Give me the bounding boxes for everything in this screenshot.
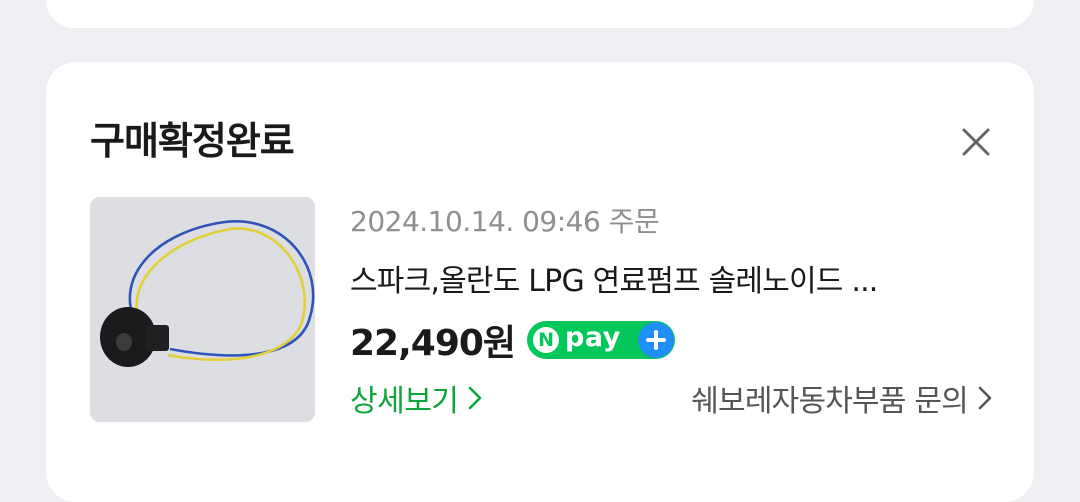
chevron-right-icon (978, 386, 992, 410)
product-thumbnail[interactable] (90, 197, 315, 422)
product-price: 22,490원 (350, 323, 516, 364)
npay-label: pay (565, 322, 621, 353)
seller-inquiry-label: 쉐보레자동차부품 문의 (691, 384, 969, 419)
seller-inquiry-link[interactable]: 쉐보레자동차부품 문의 (691, 376, 992, 420)
view-detail-label: 상세보기 (350, 384, 459, 419)
solenoid-coil-image (90, 197, 315, 422)
order-confirmed-card: 구매확정완료 2024.10.14. 09:46 주문 스파크,올란도 LPG … (46, 62, 1034, 502)
order-date: 2024.10.14. 09:46 주문 (350, 205, 660, 238)
chevron-right-icon (469, 386, 482, 410)
price-row: 22,490원 N pay (350, 314, 676, 366)
npay-badge: N pay (527, 321, 676, 359)
npay-n-icon: N (533, 327, 560, 353)
close-icon[interactable] (954, 120, 998, 164)
card-title: 구매확정완료 (90, 119, 295, 163)
plus-icon (638, 322, 675, 358)
previous-card (46, 0, 1034, 28)
product-name[interactable]: 스파크,올란도 LPG 연료펌프 솔레노이드 ... (350, 256, 990, 300)
view-detail-link[interactable]: 상세보기 (350, 376, 482, 420)
